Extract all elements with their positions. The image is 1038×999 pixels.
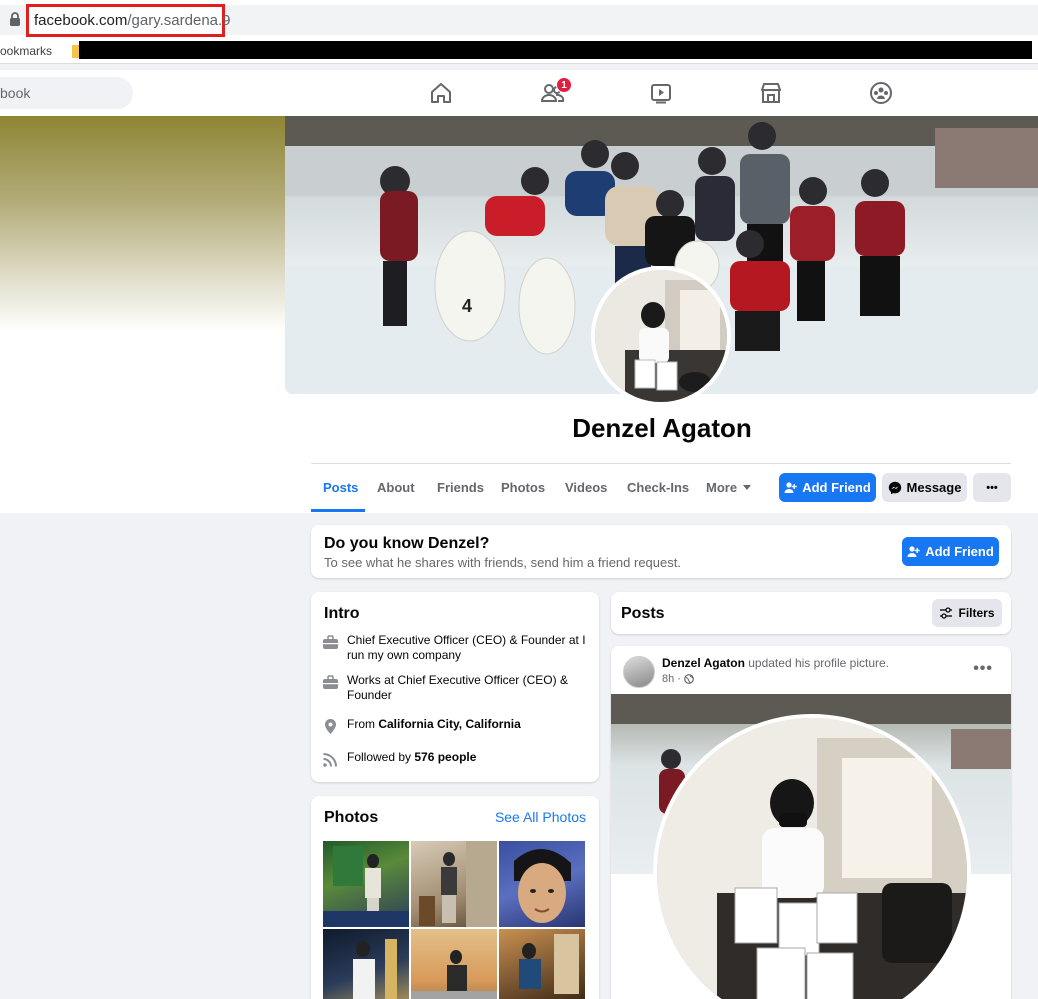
photo-thumbnail[interactable] [499, 929, 585, 999]
intro-item-works-at: Works at Chief Executive Officer (CEO) &… [322, 673, 587, 703]
photo-thumbnail-scene [323, 846, 409, 927]
url-text[interactable]: facebook.com/gary.sardena.9 [26, 4, 231, 37]
redacted-bookmarks [79, 41, 1032, 59]
intro-followers-prefix: Followed by [347, 750, 415, 764]
do-you-know-card: Do you know Denzel? To see what he share… [311, 525, 1011, 578]
browser-address-bar: facebook.com/gary.sardena.9 [0, 0, 1038, 40]
intro-item-followers: Followed by 576 people [322, 750, 587, 768]
tab-posts[interactable]: Posts [323, 480, 358, 495]
tab-check-ins[interactable]: Check-Ins [627, 480, 689, 495]
tab-videos[interactable]: Videos [565, 480, 607, 495]
profile-name: Denzel Agaton [572, 413, 752, 443]
photos-card: Photos See All Photos [311, 796, 599, 999]
intro-item-work: Chief Executive Officer (CEO) & Founder … [322, 633, 587, 663]
post-image[interactable] [611, 694, 1011, 999]
more-actions-icon: ••• [986, 481, 998, 494]
intro-works-at-text: Works at Chief Executive Officer (CEO) &… [347, 673, 568, 702]
home-icon[interactable] [428, 80, 454, 106]
groups-icon[interactable] [868, 80, 894, 106]
filters-icon [940, 607, 953, 619]
add-person-icon [907, 546, 920, 557]
photo-thumbnail[interactable] [323, 929, 409, 999]
filters-label: Filters [958, 606, 995, 620]
active-tab-indicator [311, 509, 365, 512]
tab-divider [311, 463, 1011, 464]
post-action-text: updated his profile picture. [744, 656, 889, 670]
filters-button[interactable]: Filters [932, 599, 1002, 627]
card-add-friend-label: Add Friend [925, 544, 994, 559]
url-host: facebook.com [34, 12, 128, 29]
photo-thumbnail-scene [519, 934, 579, 994]
see-all-photos-link[interactable]: See All Photos [495, 809, 586, 825]
photo-thumbnail-scene [353, 939, 397, 999]
bookmarks-label[interactable]: Bookmarks [0, 44, 52, 58]
post-more-options-icon[interactable]: ••• [973, 660, 993, 678]
svg-text:4: 4 [462, 296, 472, 316]
posts-title: Posts [621, 605, 665, 622]
intro-from-city[interactable]: California City, California [378, 717, 520, 731]
more-actions-button[interactable]: ••• [973, 473, 1011, 502]
marketplace-icon[interactable] [758, 80, 784, 106]
location-pin-icon [325, 719, 336, 734]
post-author-name[interactable]: Denzel Agaton [662, 656, 745, 670]
caret-down-icon [743, 485, 752, 490]
photo-thumbnail[interactable] [323, 841, 409, 927]
post-author-avatar[interactable] [623, 656, 655, 688]
photo-thumbnail[interactable] [411, 841, 497, 927]
tab-more[interactable]: More [706, 480, 752, 495]
do-you-know-subtitle: To see what he shares with friends, send… [324, 555, 681, 570]
card-add-friend-button[interactable]: Add Friend [902, 537, 999, 566]
facebook-header: book [0, 70, 1038, 116]
rss-icon [323, 753, 337, 767]
intro-from-text: From California City, California [347, 717, 521, 735]
intro-item-from: From California City, California [322, 717, 587, 735]
briefcase-icon [323, 675, 338, 689]
post-time[interactable]: 8h · [662, 673, 681, 685]
intro-work-text: Chief Executive Officer (CEO) & Founder … [347, 633, 586, 662]
add-friend-button[interactable]: Add Friend [779, 473, 876, 502]
message-label: Message [906, 480, 962, 495]
add-friend-label: Add Friend [802, 480, 871, 495]
intro-followers-count[interactable]: 576 people [414, 750, 476, 764]
intro-title: Intro [324, 605, 360, 622]
post-author-line: Denzel Agaton updated his profile pictur… [662, 656, 889, 670]
tab-more-label: More [706, 480, 738, 495]
lock-icon[interactable] [8, 11, 22, 27]
left-ambient-gradient [0, 116, 286, 331]
search-placeholder: book [0, 85, 31, 101]
messenger-icon [888, 481, 901, 494]
search-input[interactable]: book [0, 77, 133, 109]
posts-header-card: Posts Filters [611, 592, 1011, 634]
friend-requests-badge: 1 [556, 77, 572, 93]
photo-thumbnail[interactable] [411, 929, 497, 999]
photo-thumbnail[interactable] [499, 841, 585, 927]
tab-about[interactable]: About [377, 480, 415, 495]
photo-thumbnail-scene [411, 950, 497, 999]
briefcase-icon [323, 635, 338, 649]
intro-from-prefix: From [347, 717, 379, 731]
do-you-know-title: Do you know Denzel? [324, 535, 490, 552]
tab-photos[interactable]: Photos [501, 480, 545, 495]
add-person-icon [784, 482, 797, 493]
intro-card: Intro Chief Executive Officer (CEO) & Fo… [311, 592, 599, 782]
post-card: Denzel Agaton updated his profile pictur… [611, 646, 1011, 999]
post-meta: 8h · [662, 673, 694, 685]
bookmarks-bar: Bookmarks [0, 40, 1038, 64]
globe-icon [684, 674, 694, 684]
intro-followers-text: Followed by 576 people [347, 750, 476, 768]
photos-title: Photos [324, 809, 379, 826]
photo-thumbnail-scene [514, 848, 571, 923]
photo-thumbnail-scene [419, 841, 497, 927]
profile-picture[interactable] [591, 266, 731, 406]
watch-icon[interactable] [648, 80, 674, 106]
url-path: /gary.sardena.9 [127, 12, 231, 29]
tab-friends[interactable]: Friends [437, 480, 484, 495]
profile-header: 4 Denzel Agaton Posts About Friends Phot… [0, 116, 1038, 513]
message-button[interactable]: Message [882, 473, 967, 502]
post-profile-picture-scene [657, 718, 967, 999]
